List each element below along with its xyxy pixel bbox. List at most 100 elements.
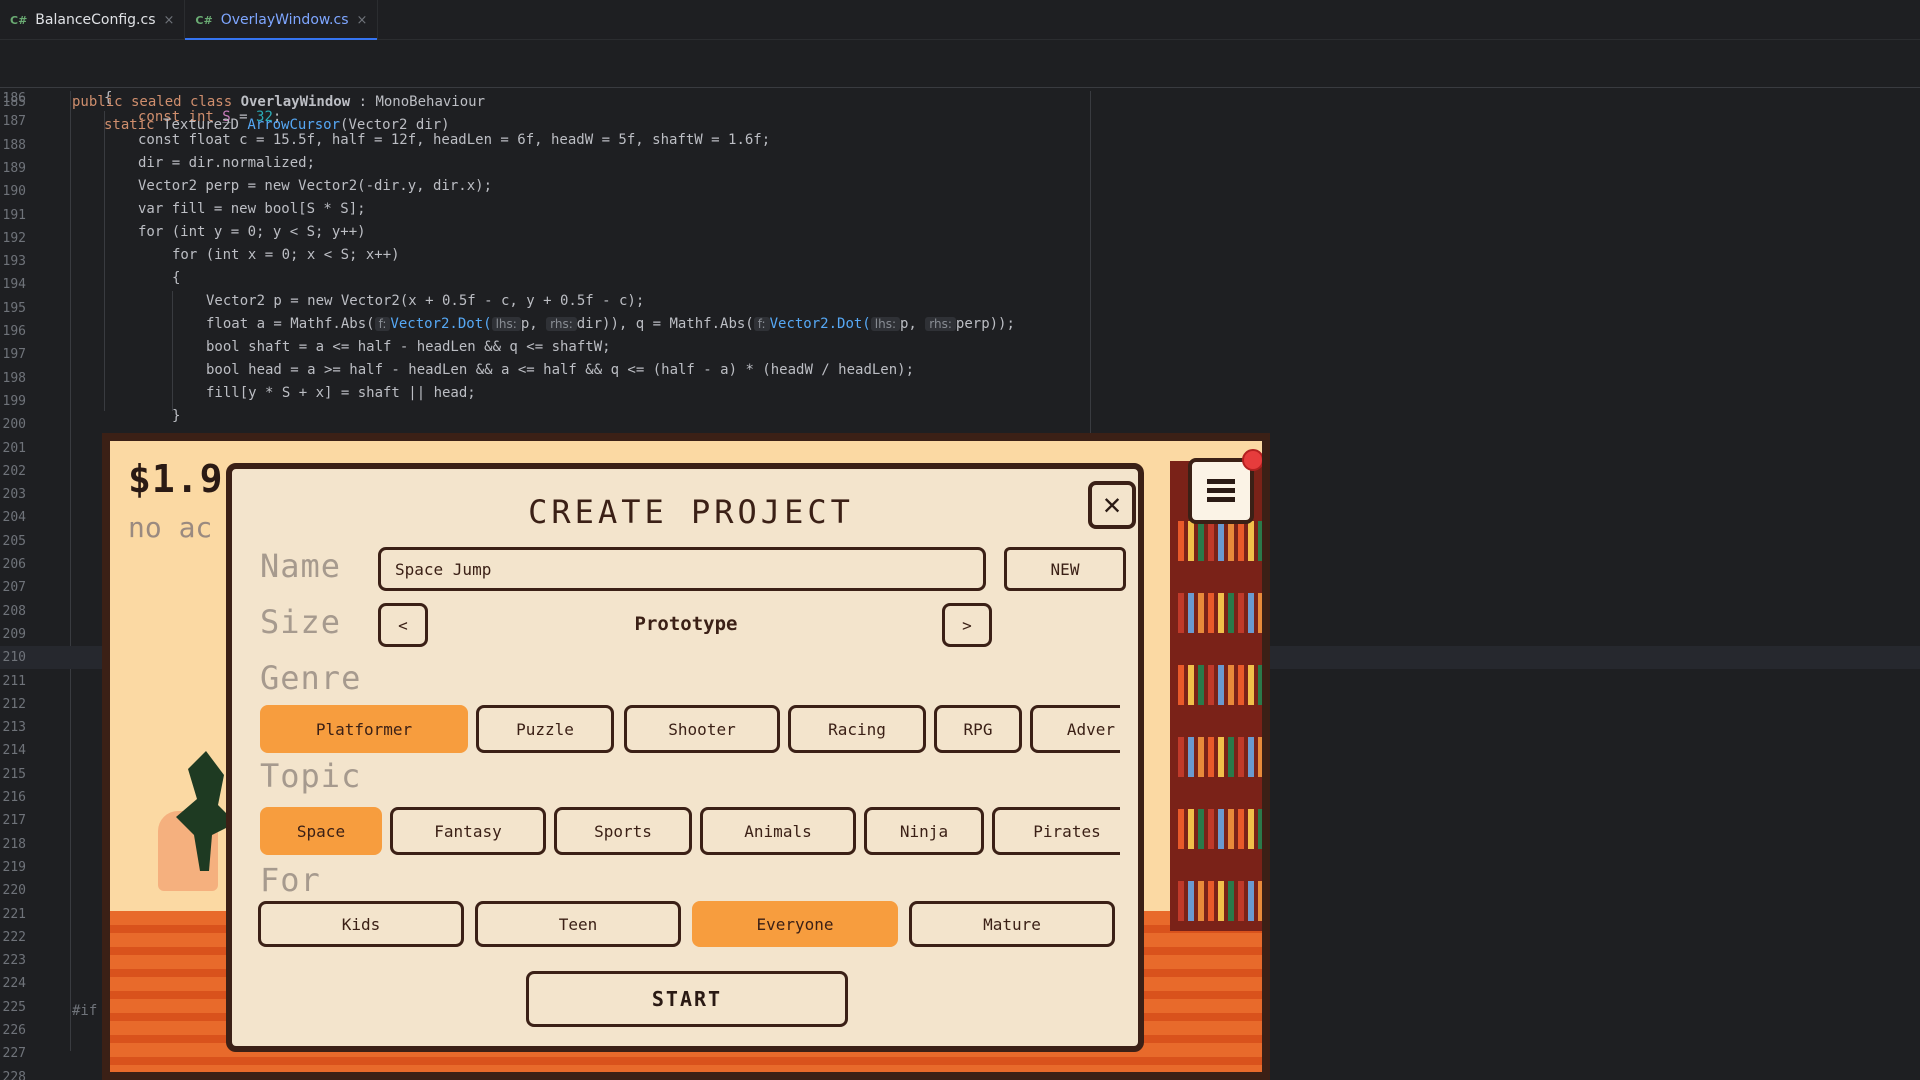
book [1218,881,1224,921]
code-line-190[interactable]: Vector2 perp = new Vector2(-dir.y, dir.x… [0,175,1920,198]
line-number: 206 [2,557,26,572]
tab-overlaywindow[interactable]: C# OverlayWindow.cs × [185,0,379,40]
close-button[interactable]: ✕ [1088,481,1136,529]
book [1248,665,1254,705]
close-tab-icon[interactable]: × [164,13,175,28]
book [1178,665,1184,705]
code-text: public sealed class OverlayWindow : Mono… [72,94,486,110]
tab-balanceconfig[interactable]: C# BalanceConfig.cs × [0,0,186,40]
line-number: 215 [2,766,26,782]
line-number: 216 [2,790,26,805]
code-text: float a = Mathf.Abs(f: Vector2.Dot(lhs: p,… [206,313,1015,336]
genre-chip-shooter[interactable]: Shooter [624,705,780,753]
book [1218,665,1224,705]
size-prev-button[interactable]: < [378,603,428,647]
parameter-hint: f: [374,317,391,331]
size-label: Size [260,603,342,641]
size-next-button[interactable]: > [942,603,992,647]
genre-chip-puzzle[interactable]: Puzzle [476,705,614,753]
line-number: 207 [2,580,26,596]
code-line-194[interactable]: { [0,267,1920,290]
code-line-200[interactable]: } [0,405,1920,428]
code-line-193[interactable]: for (int x = 0; x < S; x++) [0,244,1920,267]
close-tab-icon[interactable]: × [357,13,368,28]
topic-label: Topic [260,757,362,795]
book [1228,881,1234,921]
line-number: 220 [2,883,26,899]
audience-chip-kids[interactable]: Kids [258,901,464,947]
book [1258,881,1262,921]
line-number: 204 [2,510,26,526]
book [1228,665,1234,705]
new-name-button[interactable]: NEW [1004,547,1126,591]
project-name-input[interactable]: Space Jump [378,547,986,591]
genre-chip-platformer[interactable]: Platformer [260,705,468,753]
book [1208,809,1214,849]
book [1228,737,1234,777]
book [1248,737,1254,777]
code-line-196[interactable]: float a = Mathf.Abs(f: Vector2.Dot(lhs: p,… [0,313,1920,336]
genre-chip-rpg[interactable]: RPG [934,705,1022,753]
book [1198,665,1204,705]
code-line-198[interactable]: bool head = a >= half - headLen && a <= … [0,359,1920,382]
topic-chip-pirates[interactable]: Pirates [992,807,1120,855]
line-number: 228 [2,1069,26,1080]
book [1228,593,1234,633]
tab-label: OverlayWindow.cs [220,12,349,28]
audience-chip-teen[interactable]: Teen [475,901,681,947]
parameter-hint: f: [753,317,770,331]
book [1248,521,1254,561]
genre-chip-racing[interactable]: Racing [788,705,926,753]
topic-chip-sports[interactable]: Sports [554,807,692,855]
close-icon: ✕ [1102,487,1122,522]
topic-chip-space[interactable]: Space [260,807,382,855]
book [1198,521,1204,561]
book [1218,521,1224,561]
code-line-189[interactable]: dir = dir.normalized; [0,152,1920,175]
topic-chip-ninja[interactable]: Ninja [864,807,984,855]
audience-label: For [260,861,321,899]
code-text: #if [72,1003,98,1019]
book [1228,809,1234,849]
topic-chip-fantasy[interactable]: Fantasy [390,807,546,855]
topic-chip-animals[interactable]: Animals [700,807,856,855]
line-number: 201 [2,440,26,456]
parameter-hint: lhs: [870,317,900,331]
line-number: 224 [2,976,26,992]
book [1208,665,1214,705]
book [1228,521,1234,561]
code-text: for (int y = 0; y < S; y++) [138,224,366,240]
book [1238,665,1244,705]
book [1188,809,1194,849]
audience-chip-mature[interactable]: Mature [909,901,1115,947]
line-number: 205 [2,533,26,549]
code-text: var fill = new bool[S * S]; [138,201,366,217]
audience-chip-everyone[interactable]: Everyone [692,901,898,947]
code-line-191[interactable]: var fill = new bool[S * S]; [0,198,1920,221]
genre-label: Genre [260,659,362,697]
code-fragment: float a = Mathf.Abs( [206,316,375,332]
book [1188,737,1194,777]
line-number: 208 [2,603,26,619]
code-line-195[interactable]: Vector2 p = new Vector2(x + 0.5f - c, y … [0,290,1920,313]
code-line-192[interactable]: for (int y = 0; y < S; y++) [0,221,1920,244]
code-line-197[interactable]: bool shaft = a <= half - headLen && q <=… [0,336,1920,359]
book [1238,881,1244,921]
sticky-line[interactable]: 20 public sealed class OverlayWindow : M… [0,45,1920,110]
bookshelf [1170,461,1262,931]
line-number: 185 [2,95,26,110]
start-button[interactable]: START [526,971,848,1027]
menu-button[interactable] [1188,458,1254,524]
book [1248,881,1254,921]
book [1188,593,1194,633]
code-text: dir = dir.normalized; [138,155,316,171]
line-number: 212 [2,696,26,712]
book [1258,593,1262,633]
csharp-file-icon: C# [10,13,28,27]
book [1198,593,1204,633]
genre-chip-adventure[interactable]: Adver [1030,705,1120,753]
activity-status: no ac [128,511,213,544]
code-fragment: p, [520,316,547,332]
code-line-199[interactable]: fill[y * S + x] = shaft || head; [0,382,1920,405]
book [1208,593,1214,633]
